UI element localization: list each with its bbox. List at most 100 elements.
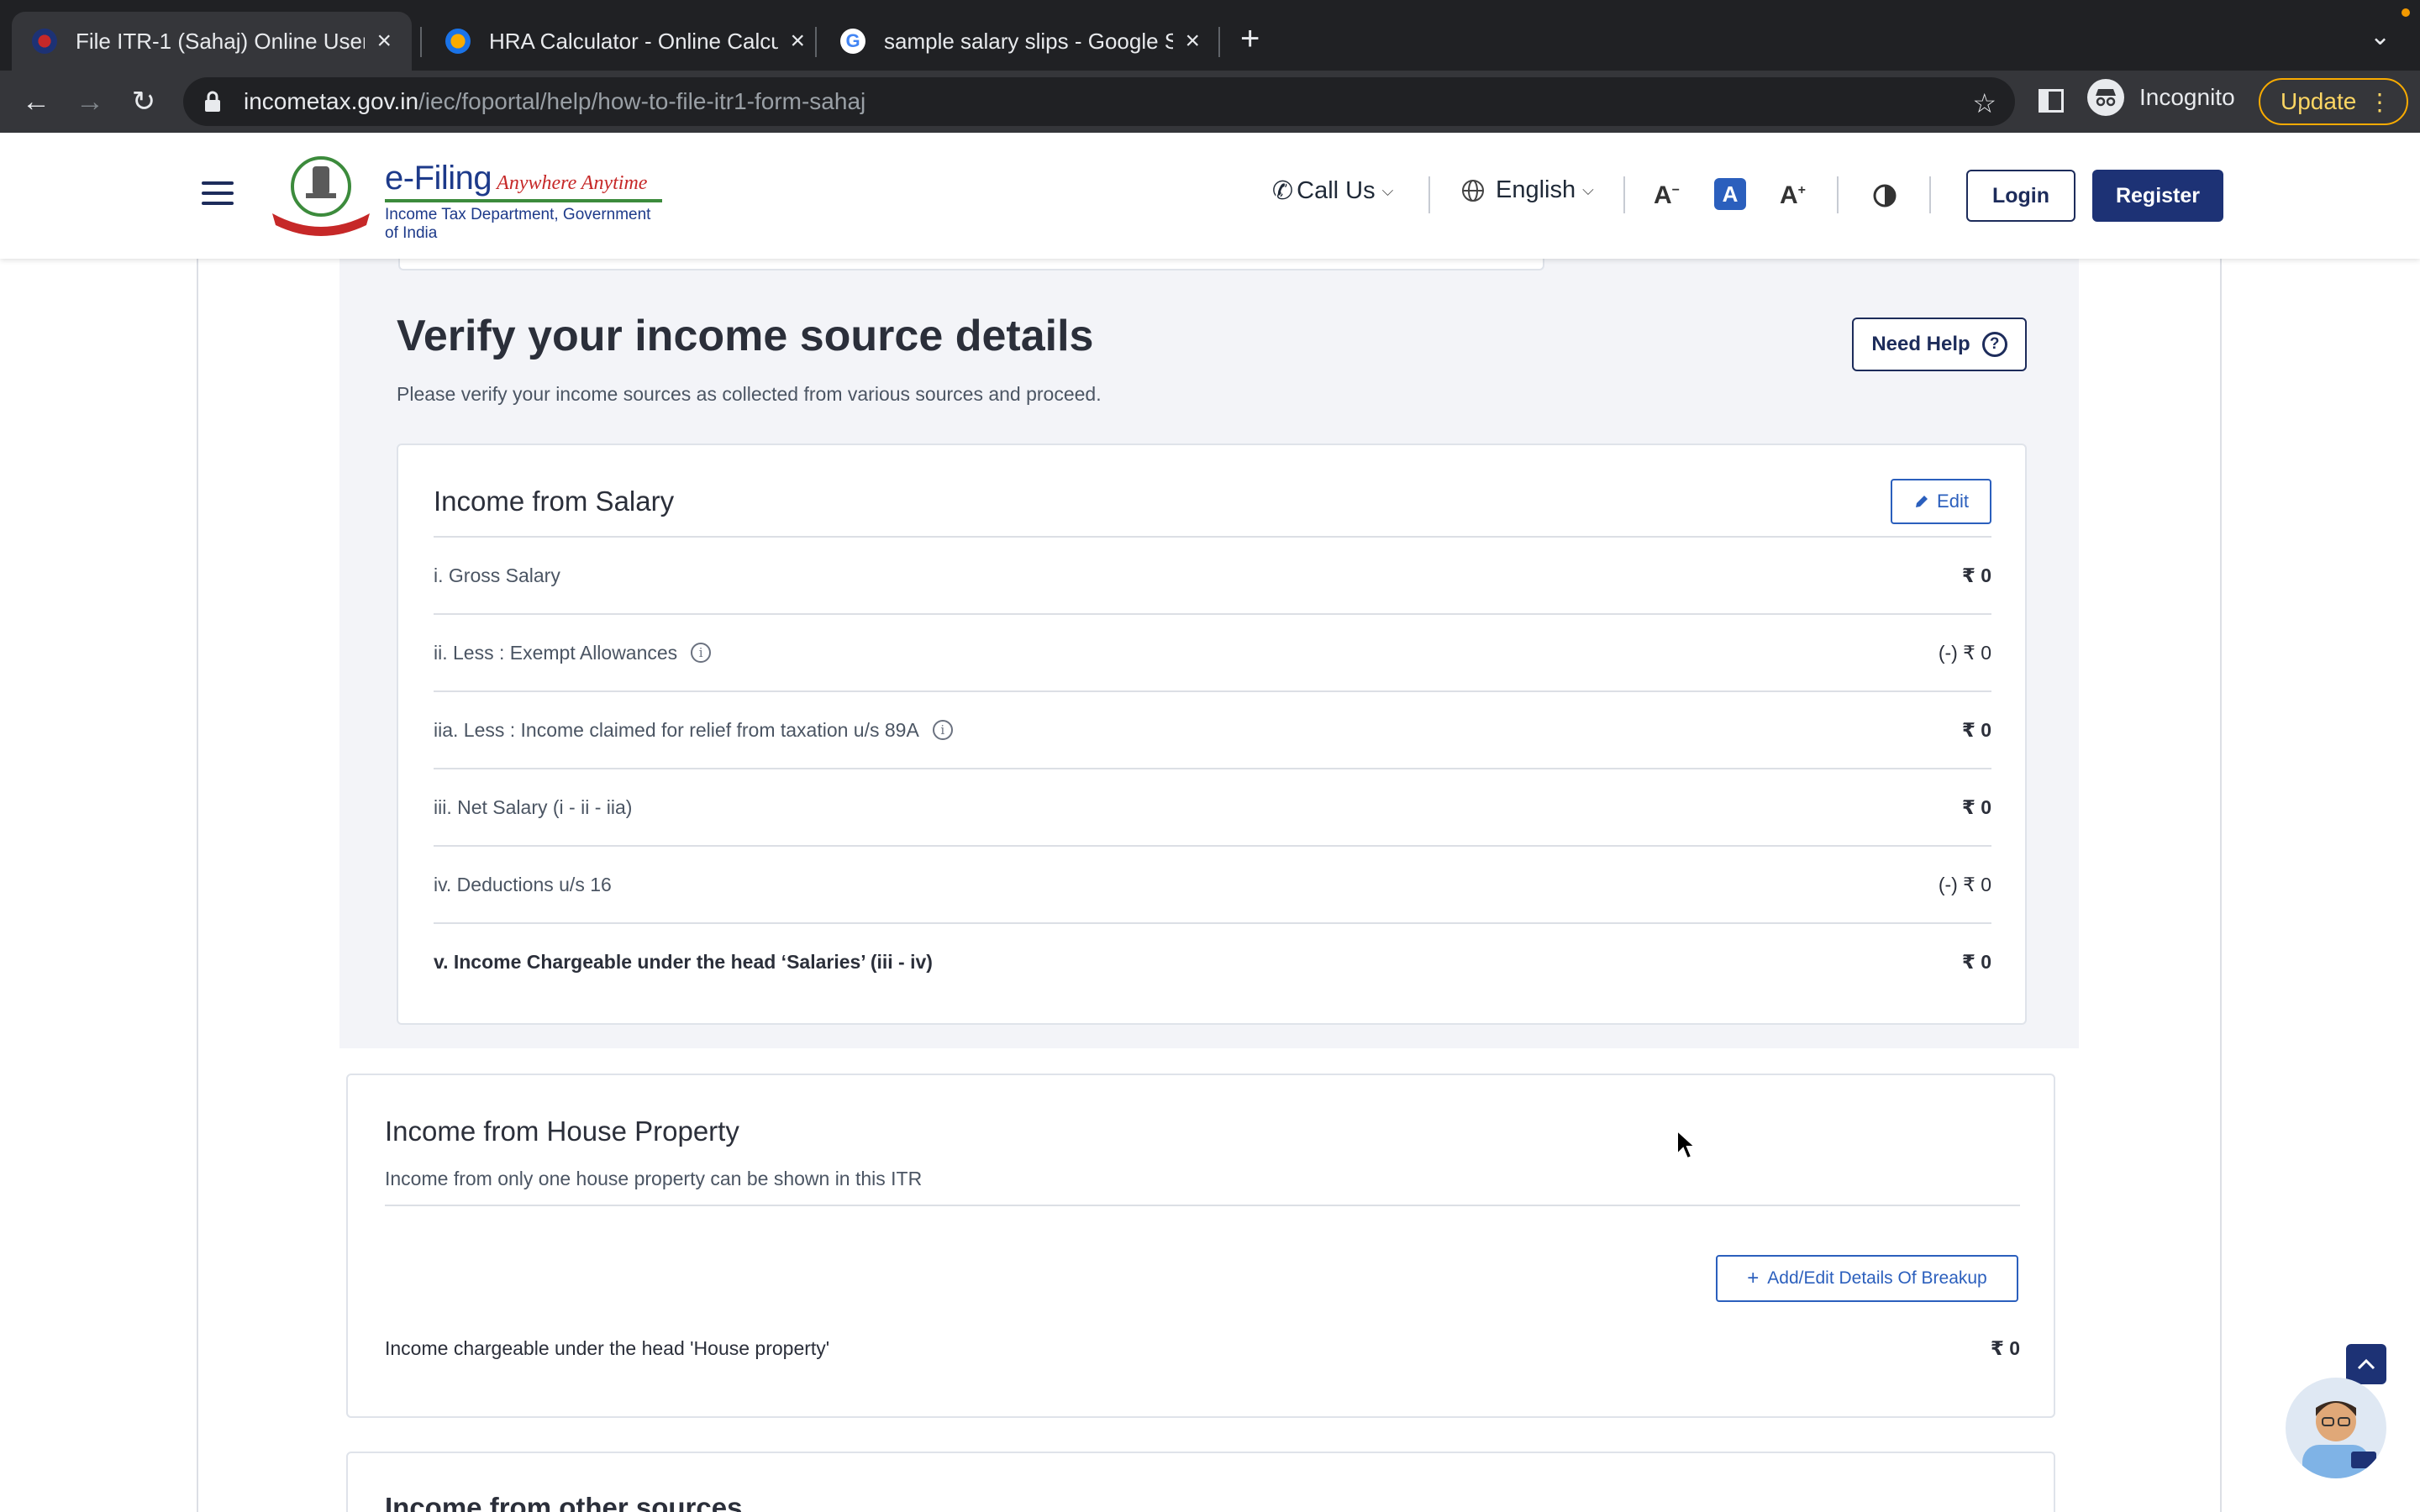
row-value: (-) ₹ 0 [1938, 641, 1991, 664]
chatbot-avatar[interactable] [2286, 1378, 2386, 1478]
page-title: Verify your income source details [397, 312, 1094, 360]
divider [385, 1205, 2020, 1206]
income-from-salary-card: Income from Salary Edit i. Gross Salary … [397, 444, 2027, 1025]
tab-title: sample salary slips - Google Se [884, 28, 1174, 54]
salary-row-net-salary: iii. Net Salary (i - ii - iia) ₹ 0 [434, 768, 1991, 845]
edit-salary-button[interactable]: Edit [1891, 479, 1991, 524]
need-help-label: Need Help [1871, 333, 1970, 355]
new-tab-icon[interactable]: + [1240, 22, 1260, 55]
language-dropdown[interactable]: English ⌵ [1460, 176, 1594, 204]
salary-row-deductions-16: iv. Deductions u/s 16 (-) ₹ 0 [434, 845, 1991, 922]
salary-row-exempt-allowances: ii. Less : Exempt Allowances i (-) ₹ 0 [434, 613, 1991, 690]
tab-title: HRA Calculator - Online Calcul [489, 28, 779, 54]
row-value: ₹ 0 [1990, 1337, 2020, 1359]
row-value: ₹ 0 [1961, 795, 1991, 818]
tab-hra-calculator[interactable]: HRA Calculator - Online Calcul × [425, 12, 825, 71]
row-value: ₹ 0 [1961, 950, 1991, 973]
row-label: i. Gross Salary [434, 564, 560, 586]
contrast-icon[interactable] [1872, 183, 1897, 208]
chevron-up-icon [2357, 1358, 2375, 1370]
incognito-icon [2087, 79, 2124, 116]
row-label: iii. Net Salary (i - ii - iia) [434, 795, 633, 818]
income-tax-emblem-icon [272, 156, 370, 236]
font-increase-button[interactable]: A+ [1780, 181, 1806, 210]
other-card-title: Income from other sources [385, 1492, 743, 1512]
row-label: v. Income Chargeable under the head ‘Sal… [434, 950, 933, 973]
browser-toolbar: ← → ↻ incometax.gov.in/iec/foportal/help… [0, 71, 2420, 133]
tab-itr1[interactable]: File ITR-1 (Sahaj) Online User M × [12, 12, 412, 71]
notification-dot [2402, 8, 2410, 17]
house-chargeable-row: Income chargeable under the head 'House … [385, 1337, 2020, 1360]
url-text: incometax.gov.in/iec/foportal/help/how-t… [244, 88, 866, 114]
income-from-house-property-card: Income from House Property Income from o… [346, 1074, 2055, 1418]
row-label: ii. Less : Exempt Allowances [434, 641, 678, 664]
register-button[interactable]: Register [2092, 170, 2223, 222]
efiling-logo[interactable]: e-Filing Anywhere Anytime Income Tax Depa… [385, 160, 662, 243]
add-edit-label: Add/Edit Details Of Breakup [1767, 1268, 1987, 1288]
call-us-dropdown[interactable]: ✆ Call Us ⌵ [1272, 176, 1393, 206]
edit-label: Edit [1937, 491, 1969, 512]
row-label: iv. Deductions u/s 16 [434, 873, 612, 895]
brand-subtitle: Income Tax Department, Government of Ind… [385, 199, 662, 243]
income-from-other-sources-card: Income from other sources [346, 1452, 2055, 1512]
call-us-label: Call Us [1297, 177, 1376, 204]
house-card-title: Income from House Property [385, 1116, 739, 1147]
salary-row-chargeable: v. Income Chargeable under the head ‘Sal… [434, 922, 1991, 1000]
update-button[interactable]: Update ⋮ [2259, 78, 2408, 125]
site-header: e-Filing Anywhere Anytime Income Tax Depa… [0, 133, 2420, 259]
row-label: iia. Less : Income claimed for relief fr… [434, 718, 919, 741]
update-label: Update [2281, 88, 2357, 114]
chevron-down-icon: ⌵ [1582, 181, 1594, 198]
google-icon: G [840, 29, 865, 54]
phone-icon: ✆ [1272, 177, 1294, 205]
more-menu-icon[interactable]: ⋮ [2368, 88, 2391, 116]
language-label: English [1496, 176, 1576, 203]
bookmark-star-icon[interactable]: ☆ [1972, 87, 1996, 119]
chevron-down-icon: ⌵ [1381, 182, 1394, 199]
add-edit-breakup-button[interactable]: + Add/Edit Details Of Breakup [1716, 1255, 2018, 1302]
side-panel-icon[interactable] [2039, 89, 2064, 113]
row-value: ₹ 0 [1961, 564, 1991, 586]
favicon-icon [445, 29, 471, 54]
reload-icon[interactable]: ↻ [124, 82, 163, 121]
row-label: Income chargeable under the head 'House … [385, 1337, 830, 1359]
font-decrease-button[interactable]: A− [1654, 181, 1680, 210]
row-value: (-) ₹ 0 [1938, 873, 1991, 895]
font-normal-button[interactable]: A [1714, 178, 1746, 210]
browser-tab-bar: File ITR-1 (Sahaj) Online User M × HRA C… [0, 0, 2420, 71]
close-tab-icon[interactable]: × [376, 27, 392, 55]
assistant-avatar-icon [2302, 1401, 2376, 1478]
page-subtitle: Please verify your income sources as col… [397, 383, 1102, 405]
salary-card-title: Income from Salary [434, 486, 675, 517]
scroll-to-top-button[interactable] [2346, 1344, 2386, 1384]
globe-icon [1462, 179, 1484, 202]
info-icon[interactable]: i [691, 643, 712, 663]
tab-search-chevron-icon[interactable]: ⌄ [2370, 22, 2391, 51]
back-icon[interactable]: ← [17, 82, 55, 121]
info-icon[interactable]: i [932, 720, 953, 740]
previous-card-edge [398, 259, 1544, 270]
plus-icon: + [1747, 1267, 1760, 1289]
close-tab-icon[interactable]: × [1185, 27, 1200, 55]
close-tab-icon[interactable]: × [790, 27, 805, 55]
address-bar[interactable]: incometax.gov.in/iec/foportal/help/how-t… [183, 77, 2015, 126]
profile-label: Incognito [2139, 84, 2235, 110]
pencil-icon [1916, 496, 1928, 507]
favicon-icon [32, 29, 57, 54]
tab-google-search[interactable]: G sample salary slips - Google Se × [820, 12, 1220, 71]
mouse-cursor-icon [1676, 1129, 1697, 1160]
row-value: ₹ 0 [1961, 718, 1991, 741]
incognito-profile[interactable]: Incognito [2087, 79, 2235, 116]
need-help-button[interactable]: Need Help ? [1852, 318, 2027, 371]
help-question-icon: ? [1981, 332, 2007, 357]
login-button[interactable]: Login [1966, 170, 2075, 222]
tab-title: File ITR-1 (Sahaj) Online User M [76, 28, 366, 54]
brand-name: e-Filing [385, 160, 492, 197]
lock-icon [205, 91, 220, 112]
salary-row-gross: i. Gross Salary ₹ 0 [434, 536, 1991, 613]
salary-row-relief-89a: iia. Less : Income claimed for relief fr… [434, 690, 1991, 768]
hamburger-menu-icon[interactable] [202, 181, 234, 212]
house-card-subtitle: Income from only one house property can … [385, 1168, 923, 1189]
brand-tagline: Anywhere Anytime [497, 172, 648, 194]
forward-icon[interactable]: → [71, 82, 109, 121]
